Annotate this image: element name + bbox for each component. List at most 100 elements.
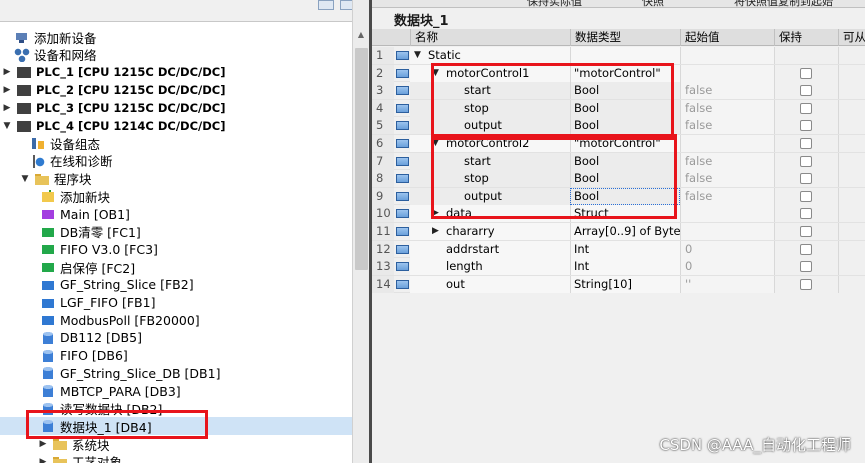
grid-row[interactable]: 7 start Bool false	[372, 152, 865, 171]
tree-item[interactable]: GF_String_Slice_DB [DB1]	[0, 364, 352, 382]
retain-checkbox[interactable]	[800, 155, 812, 167]
collapse-arrow-icon[interactable]: ▼	[432, 65, 439, 82]
grid-row[interactable]: 6 ▼ motorControl2 "motorControl"	[372, 135, 865, 153]
tree-scrollbar[interactable]: ▲	[352, 0, 369, 463]
expand-arrow-icon[interactable]: ▶	[2, 85, 12, 95]
scrollbar-thumb[interactable]	[355, 48, 368, 270]
data-type-cell[interactable]	[570, 47, 680, 64]
name-cell[interactable]: output	[410, 187, 570, 205]
tree-item[interactable]: 读写数据块 [DB2]	[0, 400, 352, 418]
tree-item[interactable]: 设备组态	[0, 134, 352, 152]
data-type-cell[interactable]: Int	[570, 240, 680, 258]
collapse-arrow-icon[interactable]: ▼	[2, 121, 12, 131]
grid-row[interactable]: 1 ▼ Static	[372, 47, 865, 65]
tree-item[interactable]: ▶ 系统块	[0, 435, 352, 453]
tree-item[interactable]: 添加新设备	[0, 28, 352, 46]
tree-item[interactable]: 设备和网络	[0, 46, 352, 64]
tree-item[interactable]: 添加新块	[0, 187, 352, 205]
name-cell[interactable]: ▼ motorControl1	[410, 64, 570, 82]
tree-item[interactable]: DB112 [DB5]	[0, 329, 352, 347]
name-cell[interactable]: start	[410, 82, 570, 100]
expand-arrow-icon[interactable]: ▶	[38, 439, 48, 449]
name-cell[interactable]: ▼ motorControl2	[410, 135, 570, 152]
retain-checkbox[interactable]	[800, 102, 812, 114]
name-cell[interactable]: length	[410, 258, 570, 276]
column-accessible[interactable]: 可从	[838, 29, 865, 46]
data-type-cell[interactable]: Array[0..9] of Byte	[570, 223, 680, 240]
tree-item[interactable]: ▼ 程序块	[0, 170, 352, 188]
column-name[interactable]: 名称	[410, 29, 570, 46]
column-retain[interactable]: 保持	[774, 29, 838, 46]
tree-item[interactable]: ModbusPoll [FB20000]	[0, 311, 352, 329]
retain-checkbox[interactable]	[800, 85, 812, 97]
name-cell[interactable]: output	[410, 117, 570, 135]
tree-item[interactable]: DB清零 [FC1]	[0, 223, 352, 241]
retain-checkbox[interactable]	[800, 278, 812, 290]
start-value-cell[interactable]	[680, 135, 774, 152]
tree-item[interactable]: ▼ PLC_4 [CPU 1214C DC/DC/DC]	[0, 117, 352, 135]
start-value-cell[interactable]	[680, 205, 774, 223]
tree-item[interactable]: ▶ PLC_1 [CPU 1215C DC/DC/DC]	[0, 63, 352, 81]
start-value-cell[interactable]: false	[680, 99, 774, 117]
tree-item[interactable]: MBTCP_PARA [DB3]	[0, 382, 352, 400]
name-cell[interactable]: ▶ chararry	[410, 223, 570, 240]
retain-checkbox[interactable]	[800, 190, 812, 202]
retain-checkbox[interactable]	[800, 138, 812, 149]
tree-item[interactable]: 数据块_1 [DB4]	[0, 417, 352, 436]
data-type-cell[interactable]: "motorControl"	[570, 135, 680, 152]
tree-item[interactable]: Main [OB1]	[0, 205, 352, 223]
start-value-cell[interactable]	[680, 47, 774, 64]
collapse-arrow-icon[interactable]: ▼	[414, 47, 421, 64]
retain-checkbox[interactable]	[800, 261, 812, 273]
expand-arrow-icon[interactable]: ▶	[432, 205, 439, 222]
grid-row[interactable]: 9 output Bool false	[372, 187, 865, 206]
grid-row[interactable]: 4 stop Bool false	[372, 99, 865, 118]
data-type-cell[interactable]: Bool	[570, 99, 680, 117]
retain-checkbox[interactable]	[800, 226, 812, 237]
name-cell[interactable]: stop	[410, 170, 570, 188]
expand-arrow-icon[interactable]: ▶	[2, 67, 12, 77]
name-cell[interactable]: ▼ Static	[410, 47, 570, 64]
start-value-cell[interactable]: 0	[680, 258, 774, 276]
data-type-cell[interactable]: Bool	[570, 187, 680, 205]
grid-row[interactable]: 3 start Bool false	[372, 82, 865, 100]
data-type-cell[interactable]: Bool	[570, 170, 680, 188]
data-type-cell[interactable]: String[10]	[570, 275, 680, 293]
tree-item[interactable]: ▶ 工艺对象	[0, 453, 352, 463]
grid-row[interactable]: 13 length Int 0	[372, 258, 865, 276]
name-cell[interactable]: stop	[410, 99, 570, 117]
data-type-cell[interactable]: Struct	[570, 205, 680, 223]
retain-checkbox[interactable]	[800, 67, 812, 79]
name-cell[interactable]: ▶ data	[410, 205, 570, 223]
snapshot-button[interactable]: 快照	[642, 0, 664, 7]
copy-snapshot-button[interactable]: 将快照值复制到起始	[734, 0, 833, 7]
column-start-value[interactable]: 起始值	[680, 29, 774, 46]
start-value-cell[interactable]: false	[680, 82, 774, 100]
grid-row[interactable]: 11 ▶ chararry Array[0..9] of Byte	[372, 223, 865, 241]
column-data-type[interactable]: 数据类型	[570, 29, 680, 46]
tree-item[interactable]: ▶ PLC_2 [CPU 1215C DC/DC/DC]	[0, 81, 352, 99]
tree-item[interactable]: LGF_FIFO [FB1]	[0, 294, 352, 312]
start-value-cell[interactable]	[680, 223, 774, 240]
start-value-cell[interactable]: 0	[680, 240, 774, 258]
keep-actual-values-button[interactable]: 保持实际值	[527, 0, 582, 7]
grid-row[interactable]: 5 output Bool false	[372, 117, 865, 135]
grid-row[interactable]: 10 ▶ data Struct	[372, 205, 865, 223]
name-cell[interactable]: addrstart	[410, 240, 570, 258]
data-type-cell[interactable]: Bool	[570, 82, 680, 100]
collapse-arrow-icon[interactable]: ▼	[432, 135, 439, 152]
data-type-cell[interactable]: Bool	[570, 152, 680, 170]
data-type-cell[interactable]: "motorControl"	[570, 64, 680, 82]
retain-checkbox[interactable]	[800, 243, 812, 255]
start-value-cell[interactable]: false	[680, 152, 774, 170]
collapse-arrow-icon[interactable]: ▼	[20, 174, 30, 184]
scroll-up-icon[interactable]: ▲	[356, 30, 366, 40]
tree-item[interactable]: FIFO [DB6]	[0, 347, 352, 365]
list-view-icon[interactable]	[318, 0, 334, 10]
start-value-cell[interactable]	[680, 64, 774, 82]
retain-checkbox[interactable]	[800, 208, 812, 220]
start-value-cell[interactable]: false	[680, 170, 774, 188]
name-cell[interactable]: start	[410, 152, 570, 170]
tree-view-icon[interactable]	[340, 0, 352, 10]
tree-item[interactable]: FIFO V3.0 [FC3]	[0, 240, 352, 258]
